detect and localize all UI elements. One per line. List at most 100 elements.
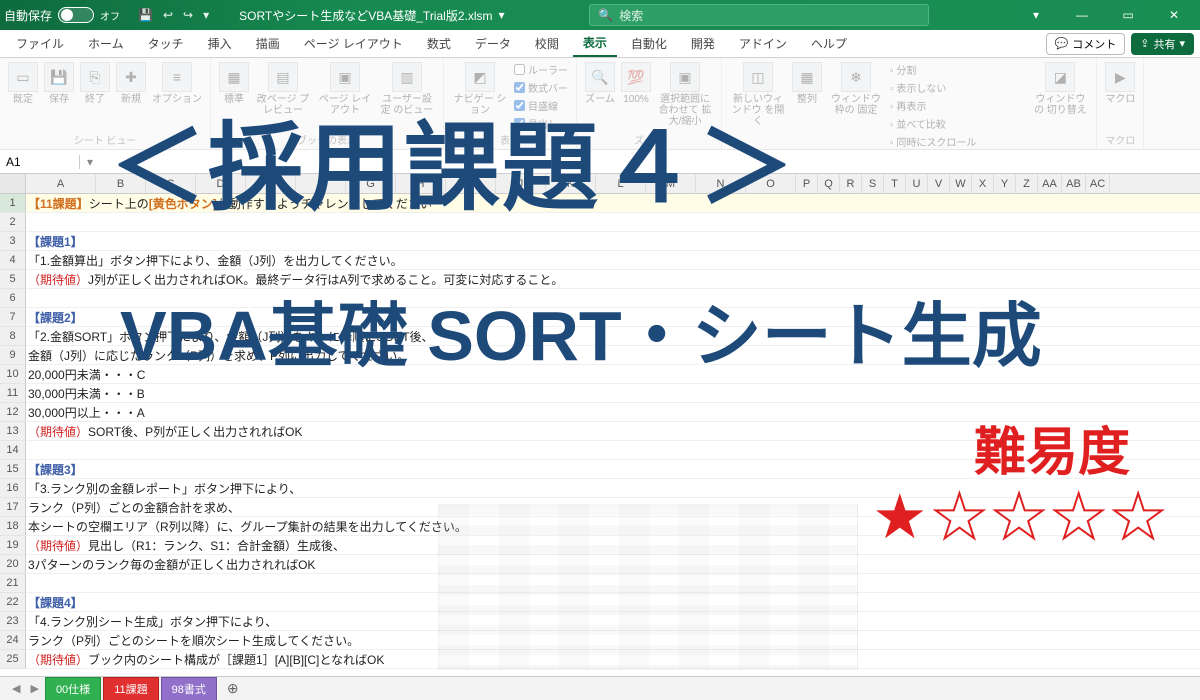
cell-content[interactable]: 【課題1】	[26, 232, 1200, 251]
qat-button-1[interactable]: ↩	[163, 8, 173, 22]
ribbon-tab-11[interactable]: 開発	[681, 31, 725, 56]
column-header[interactable]: AC	[1086, 174, 1110, 193]
ribbon-option[interactable]: ▫ 再表示	[890, 98, 1026, 113]
qat-button-0[interactable]: 💾	[138, 8, 153, 22]
ribbon-button[interactable]: ▦整列	[792, 62, 822, 105]
column-header[interactable]: S	[862, 174, 884, 193]
row-header[interactable]: 8	[0, 327, 26, 346]
overlay-main-title: ＜採用課題４＞	[110, 90, 796, 229]
sheet-tab-2[interactable]: 98書式	[161, 677, 217, 700]
row-header[interactable]: 1	[0, 194, 26, 213]
ribbon-tab-1[interactable]: ホーム	[78, 31, 134, 56]
row-header[interactable]: 9	[0, 346, 26, 365]
row-header[interactable]: 2	[0, 213, 26, 232]
cell-text: 3パターンのランク毎の金額が正しく出力されればOK	[28, 556, 315, 573]
ribbon-button[interactable]: ⎘終了	[80, 62, 110, 105]
cell-content[interactable]: 30,000円未満・・・B	[26, 384, 1200, 403]
ribbon-option[interactable]: ▫ 分割	[890, 62, 1026, 77]
column-header[interactable]: T	[884, 174, 906, 193]
ribbon-tab-3[interactable]: 挿入	[198, 31, 242, 56]
column-header[interactable]: R	[840, 174, 862, 193]
ribbon-checkbox[interactable]: ルーラー	[514, 62, 568, 77]
ribbon-tab-10[interactable]: 自動化	[621, 31, 677, 56]
row-header[interactable]: 18	[0, 517, 26, 536]
share-button[interactable]: ⇪ 共有 ▾	[1131, 33, 1194, 55]
share-icon: ⇪	[1140, 37, 1149, 50]
row-header[interactable]: 5	[0, 270, 26, 289]
column-header[interactable]: AA	[1038, 174, 1062, 193]
maximize-button[interactable]: ▭	[1106, 0, 1150, 30]
ribbon-tab-8[interactable]: 校閲	[525, 31, 569, 56]
ribbon-button[interactable]: 💾保存	[44, 62, 74, 105]
ribbon-button[interactable]: ◪ウィンドウの 切り替え	[1032, 62, 1088, 116]
close-button[interactable]: ✕	[1152, 0, 1196, 30]
column-header[interactable]: A	[26, 174, 96, 193]
row-header[interactable]: 21	[0, 574, 26, 593]
comment-button[interactable]: 💬 コメント	[1046, 33, 1126, 55]
column-header[interactable]: V	[928, 174, 950, 193]
row-header[interactable]: 16	[0, 479, 26, 498]
ribbon-button[interactable]: ▭既定	[8, 62, 38, 105]
row-header[interactable]: 23	[0, 612, 26, 631]
ribbon-option[interactable]: ▫ 並べて比較	[890, 116, 1026, 131]
row-header[interactable]: 20	[0, 555, 26, 574]
qat-button-3[interactable]: ▾	[203, 8, 209, 22]
ribbon-tab-7[interactable]: データ	[465, 31, 521, 56]
row-header[interactable]: 4	[0, 251, 26, 270]
share-label: 共有	[1153, 36, 1175, 52]
column-header[interactable]: AB	[1062, 174, 1086, 193]
row-header[interactable]: 10	[0, 365, 26, 384]
row-header[interactable]: 15	[0, 460, 26, 479]
ribbon-option[interactable]: ▫ 同時にスクロール	[890, 134, 1026, 149]
qat-button-2[interactable]: ↪	[183, 8, 193, 22]
row-header[interactable]: 12	[0, 403, 26, 422]
filename-area[interactable]: SORTやシート生成などVBA基礎_Trial版2.xlsm ▾	[239, 7, 504, 24]
checkbox-icon[interactable]	[514, 64, 525, 75]
sheet-nav-prev-icon[interactable]: ◀	[8, 682, 24, 695]
row-header[interactable]: 13	[0, 422, 26, 441]
row-header[interactable]: 22	[0, 593, 26, 612]
sheet-tab-0[interactable]: 00仕様	[45, 677, 101, 700]
ribbon-tab-6[interactable]: 数式	[417, 31, 461, 56]
ribbon-tab-4[interactable]: 描画	[246, 31, 290, 56]
ribbon-option[interactable]: ▫ 表示しない	[890, 80, 1026, 95]
row-header[interactable]: 3	[0, 232, 26, 251]
ribbon-tab-12[interactable]: アドイン	[729, 31, 797, 56]
minimize-button[interactable]: —	[1060, 0, 1104, 30]
column-header[interactable]: X	[972, 174, 994, 193]
ribbon-button[interactable]: ▶マクロ	[1105, 62, 1135, 105]
autosave-toggle[interactable]: 自動保存 オフ	[4, 7, 120, 24]
chevron-down-icon[interactable]: ▾	[499, 8, 505, 22]
column-header[interactable]: Z	[1016, 174, 1038, 193]
row-header[interactable]: 6	[0, 289, 26, 308]
row-header[interactable]: 11	[0, 384, 26, 403]
column-header[interactable]: P	[796, 174, 818, 193]
ribbon-button[interactable]: ❄ウィンドウ枠の 固定	[828, 62, 884, 116]
ribbon-options-icon[interactable]: ▾	[1014, 0, 1058, 30]
row-header[interactable]: 24	[0, 631, 26, 650]
ribbon-tab-9[interactable]: 表示	[573, 30, 617, 57]
select-all-corner[interactable]	[0, 174, 26, 193]
cell-content[interactable]: 「1.金額算出」ボタン押下により、金額（J列）を出力してください。	[26, 251, 1200, 270]
row-header[interactable]: 14	[0, 441, 26, 460]
sheet-nav-next-icon[interactable]: ▶	[26, 682, 42, 695]
ribbon-icon: ▶	[1105, 62, 1135, 92]
column-header[interactable]: Y	[994, 174, 1016, 193]
namebox-expand-icon[interactable]: ▾	[80, 155, 100, 169]
sheet-tab-1[interactable]: 11課題	[103, 677, 158, 700]
row-header[interactable]: 7	[0, 308, 26, 327]
column-header[interactable]: Q	[818, 174, 840, 193]
row-header[interactable]: 17	[0, 498, 26, 517]
ribbon-tab-5[interactable]: ページ レイアウト	[294, 31, 413, 56]
row-header[interactable]: 25	[0, 650, 26, 669]
row-header[interactable]: 19	[0, 536, 26, 555]
ribbon-tab-2[interactable]: タッチ	[138, 31, 194, 56]
ribbon-tab-13[interactable]: ヘルプ	[801, 31, 857, 56]
toggle-switch-icon[interactable]	[58, 7, 94, 23]
column-header[interactable]: U	[906, 174, 928, 193]
ribbon-tab-0[interactable]: ファイル	[6, 31, 74, 56]
column-header[interactable]: W	[950, 174, 972, 193]
name-box[interactable]: A1	[0, 155, 80, 169]
add-sheet-button[interactable]: ⊕	[219, 680, 247, 697]
search-input[interactable]: 🔍 検索	[589, 4, 929, 26]
